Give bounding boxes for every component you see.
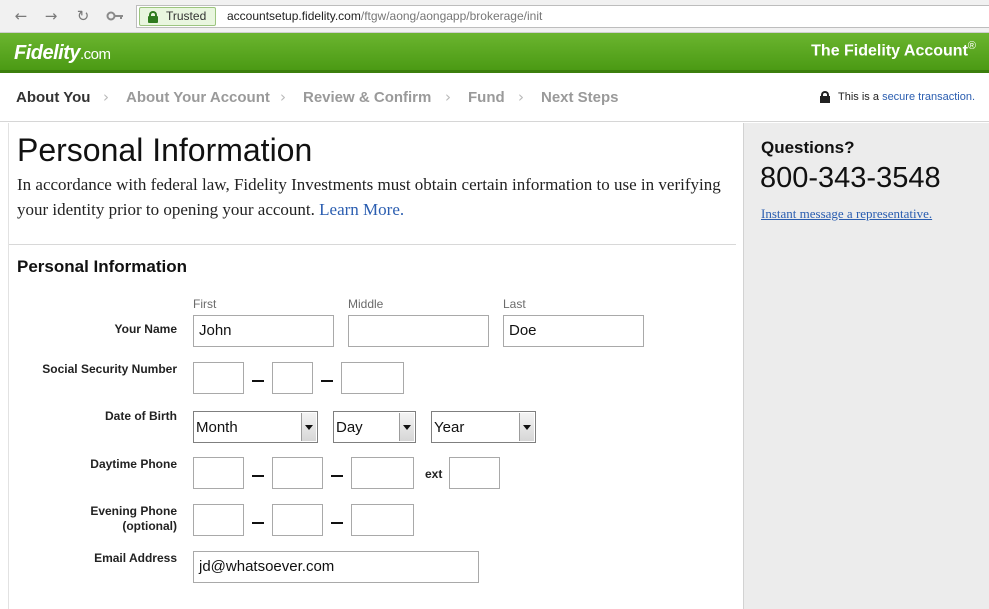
step-fund: Fund <box>468 89 505 106</box>
chevron-right-icon: › <box>445 88 451 106</box>
evening-phone-label: Evening Phone (optional) <box>17 504 177 534</box>
padlock-icon <box>820 91 831 103</box>
evening-phone-area-input[interactable] <box>193 504 244 536</box>
ext-label: ext <box>425 467 443 481</box>
account-title-text: The Fidelity Account <box>811 42 968 60</box>
lock-icon <box>148 11 158 23</box>
site-header: Fidelity.com The Fidelity Account® <box>0 33 989 73</box>
learn-more-link[interactable]: Learn More. <box>319 200 404 219</box>
url-path: /ftgw/aong/aongapp/brokerage/init <box>360 9 543 23</box>
your-name-label: Your Name <box>114 322 177 336</box>
intro-text: In accordance with federal law, Fidelity… <box>17 172 737 222</box>
divider <box>9 244 736 245</box>
email-label: Email Address <box>94 551 177 565</box>
phone-dash <box>331 475 343 477</box>
step-about-you: About You <box>16 89 91 106</box>
ssn-part3-input[interactable] <box>341 362 404 394</box>
help-sidebar: Questions? 800-343-3548 Instant message … <box>743 123 989 609</box>
instant-message-link[interactable]: Instant message a representative. <box>761 206 932 222</box>
last-name-label: Last <box>503 297 526 311</box>
phone-dash <box>252 522 264 524</box>
chevron-right-icon: › <box>103 88 109 106</box>
evening-phone-label-line1: Evening Phone <box>90 504 177 518</box>
chevron-right-icon: › <box>518 88 524 106</box>
daytime-phone-line-input[interactable] <box>351 457 414 489</box>
progress-steps: About You › About Your Account › Review … <box>0 76 989 122</box>
daytime-phone-ext-input[interactable] <box>449 457 500 489</box>
daytime-phone-prefix-input[interactable] <box>272 457 323 489</box>
step-review-confirm: Review & Confirm <box>303 89 432 106</box>
browser-toolbar: ← → ↻ Trusted accountsetup.fidelity.com/… <box>0 0 989 33</box>
email-input[interactable]: jd@whatsoever.com <box>193 551 479 583</box>
url-text: accountsetup.fidelity.com/ftgw/aong/aong… <box>227 9 542 23</box>
step-next-steps: Next Steps <box>541 89 619 106</box>
dob-day-select[interactable]: Day <box>333 411 416 443</box>
middle-name-label: Middle <box>348 297 384 311</box>
last-name-input[interactable]: Doe <box>503 315 644 347</box>
trusted-badge[interactable]: Trusted <box>139 7 216 26</box>
address-bar[interactable]: Trusted accountsetup.fidelity.com/ftgw/a… <box>136 5 989 28</box>
first-name-label: First <box>193 297 217 311</box>
step-about-your-account: About Your Account <box>126 89 270 106</box>
middle-name-input[interactable] <box>348 315 489 347</box>
questions-title: Questions? <box>761 138 855 157</box>
ssn-part1-input[interactable] <box>193 362 244 394</box>
phone-dash <box>331 522 343 524</box>
ssn-part2-input[interactable] <box>272 362 313 394</box>
secure-transaction-link[interactable]: secure transaction. <box>882 91 975 103</box>
logo-suffix: .com <box>80 46 111 63</box>
dob-day-value: Day <box>336 419 363 436</box>
phone-number: 800-343-3548 <box>760 162 941 194</box>
chevron-down-icon[interactable] <box>519 413 534 441</box>
first-name-input[interactable]: John <box>193 315 334 347</box>
account-title: The Fidelity Account® <box>811 40 976 60</box>
trusted-label: Trusted <box>166 9 207 23</box>
secure-prefix: This is a <box>838 91 879 103</box>
phone-dash <box>252 475 264 477</box>
dob-year-select[interactable]: Year <box>431 411 536 443</box>
url-domain: accountsetup.fidelity.com <box>227 9 361 23</box>
dob-month-select[interactable]: Month <box>193 411 318 443</box>
ssn-label: Social Security Number <box>42 362 177 376</box>
evening-phone-label-line2: (optional) <box>122 519 177 533</box>
ssn-dash <box>252 380 264 382</box>
ssn-dash <box>321 380 333 382</box>
daytime-phone-label: Daytime Phone <box>90 457 177 471</box>
secure-transaction-note: This is a secure transaction. <box>820 91 975 103</box>
forward-arrow-icon[interactable]: → <box>42 7 60 25</box>
key-icon[interactable] <box>106 7 124 25</box>
logo-text: Fidelity <box>14 42 81 64</box>
page-title: Personal Information <box>17 132 313 168</box>
daytime-phone-area-input[interactable] <box>193 457 244 489</box>
reload-icon[interactable]: ↻ <box>74 7 92 25</box>
dob-label: Date of Birth <box>105 409 177 423</box>
dob-year-value: Year <box>434 419 465 436</box>
chevron-down-icon[interactable] <box>301 413 316 441</box>
back-arrow-icon[interactable]: ← <box>12 7 30 25</box>
chevron-down-icon[interactable] <box>399 413 414 441</box>
evening-phone-prefix-input[interactable] <box>272 504 323 536</box>
fidelity-logo[interactable]: Fidelity.com <box>14 42 111 65</box>
dob-month-value: Month <box>196 419 238 436</box>
evening-phone-line-input[interactable] <box>351 504 414 536</box>
main-content: Personal Information In accordance with … <box>8 123 743 609</box>
section-title: Personal Information <box>17 257 188 276</box>
registered-mark: ® <box>967 40 976 52</box>
chevron-right-icon: › <box>280 88 286 106</box>
